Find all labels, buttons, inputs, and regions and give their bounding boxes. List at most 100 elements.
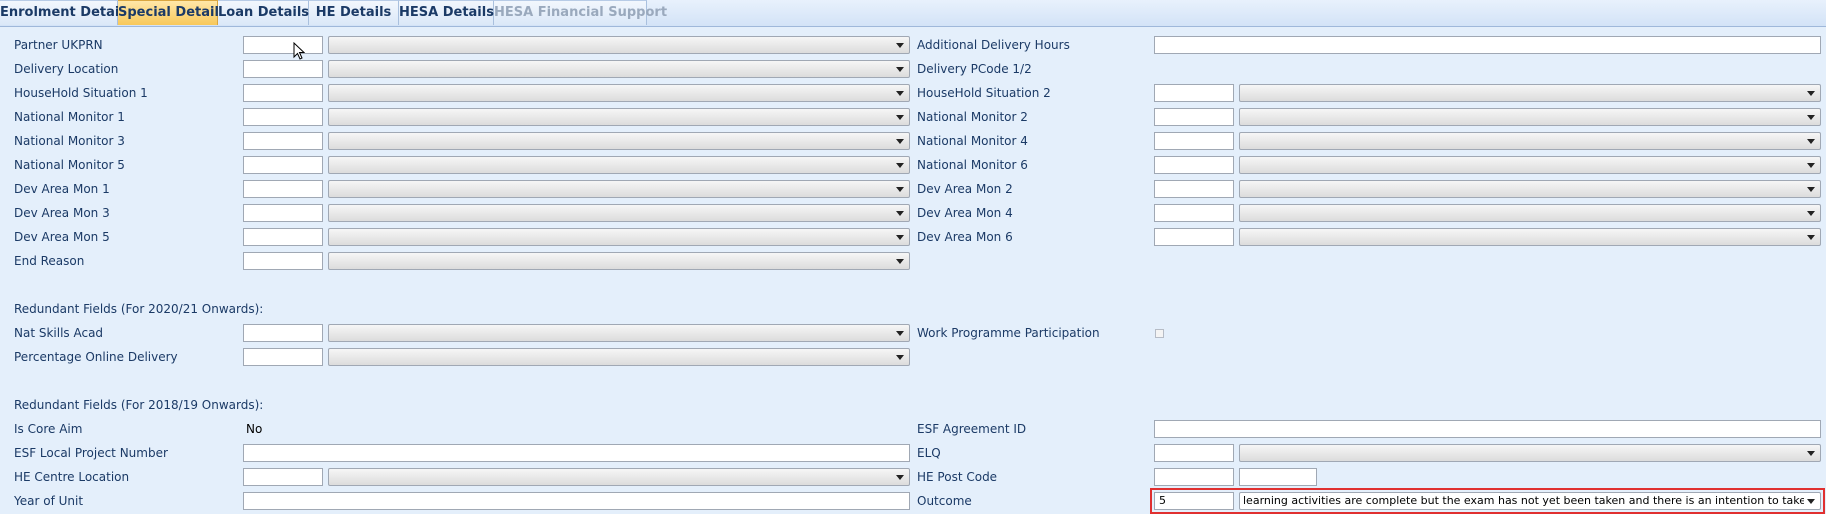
is-core-aim-value: No xyxy=(246,422,263,436)
dev-area-mon-1-code-input[interactable] xyxy=(243,180,323,198)
he-post-code-part1-input[interactable] xyxy=(1154,468,1234,486)
year-of-unit-input[interactable] xyxy=(243,492,910,510)
he-post-code-part2-input[interactable] xyxy=(1239,468,1317,486)
label-outcome: Outcome xyxy=(917,494,972,508)
label-national-monitor-4: National Monitor 4 xyxy=(917,134,1028,148)
elq-dropdown[interactable] xyxy=(1239,444,1821,462)
percentage-online-delivery-code-input[interactable] xyxy=(243,348,323,366)
dev-area-mon-1-dropdown[interactable] xyxy=(328,180,910,198)
elq-code-input[interactable] xyxy=(1154,444,1234,462)
label-elq: ELQ xyxy=(917,446,941,460)
label-national-monitor-5: National Monitor 5 xyxy=(14,158,125,172)
chevron-down-icon xyxy=(896,91,904,96)
chevron-down-icon xyxy=(896,187,904,192)
special-details-form: Partner UKPRN Delivery Location HouseHol… xyxy=(0,27,1826,514)
he-centre-location-dropdown[interactable] xyxy=(328,468,910,486)
label-he-post-code: HE Post Code xyxy=(917,470,998,484)
chevron-down-icon xyxy=(896,211,904,216)
chevron-down-icon xyxy=(896,475,904,480)
mouse-pointer-icon xyxy=(293,42,305,60)
tab-hesa-financial-support: HESA Financial Support xyxy=(494,0,667,25)
chevron-down-icon xyxy=(896,115,904,120)
chevron-down-icon xyxy=(1807,451,1815,456)
label-he-centre-location: HE Centre Location xyxy=(14,470,130,484)
partner-ukprn-dropdown[interactable] xyxy=(328,36,910,54)
national-monitor-4-code-input[interactable] xyxy=(1154,132,1234,150)
label-national-monitor-6: National Monitor 6 xyxy=(917,158,1028,172)
label-esf-agreement-id: ESF Agreement ID xyxy=(917,422,1027,436)
section-heading-redundant-2020: Redundant Fields (For 2020/21 Onwards): xyxy=(14,302,264,316)
dev-area-mon-3-dropdown[interactable] xyxy=(328,204,910,222)
chevron-down-icon xyxy=(896,43,904,48)
dev-area-mon-4-dropdown[interactable] xyxy=(1239,204,1821,222)
tab-enrolment-details[interactable]: Enrolment Details xyxy=(0,0,132,25)
household-situation-1-dropdown[interactable] xyxy=(328,84,910,102)
dev-area-mon-6-code-input[interactable] xyxy=(1154,228,1234,246)
he-centre-location-code-input[interactable] xyxy=(243,468,323,486)
chevron-down-icon xyxy=(896,331,904,336)
additional-delivery-hours-input[interactable] xyxy=(1154,36,1821,54)
label-national-monitor-3: National Monitor 3 xyxy=(14,134,125,148)
national-monitor-5-dropdown[interactable] xyxy=(328,156,910,174)
national-monitor-4-dropdown[interactable] xyxy=(1239,132,1821,150)
nat-skills-acad-dropdown[interactable] xyxy=(328,324,910,342)
percentage-online-delivery-dropdown[interactable] xyxy=(328,348,910,366)
national-monitor-3-dropdown[interactable] xyxy=(328,132,910,150)
label-end-reason: End Reason xyxy=(14,254,85,268)
label-additional-delivery-hours: Additional Delivery Hours xyxy=(917,38,1070,52)
chevron-down-icon xyxy=(1807,211,1815,216)
esf-agreement-id-input[interactable] xyxy=(1154,420,1821,438)
label-partner-ukprn: Partner UKPRN xyxy=(14,38,103,52)
household-situation-2-code-input[interactable] xyxy=(1154,84,1234,102)
end-reason-code-input[interactable] xyxy=(243,252,323,270)
label-household-situation-1: HouseHold Situation 1 xyxy=(14,86,148,100)
dev-area-mon-6-dropdown[interactable] xyxy=(1239,228,1821,246)
dev-area-mon-2-dropdown[interactable] xyxy=(1239,180,1821,198)
national-monitor-1-dropdown[interactable] xyxy=(328,108,910,126)
chevron-down-icon xyxy=(1807,235,1815,240)
end-reason-dropdown[interactable] xyxy=(328,252,910,270)
label-dev-area-mon-6: Dev Area Mon 6 xyxy=(917,230,1013,244)
chevron-down-icon xyxy=(1807,139,1815,144)
work-programme-participation-checkbox[interactable] xyxy=(1155,329,1164,338)
label-dev-area-mon-3: Dev Area Mon 3 xyxy=(14,206,110,220)
label-delivery-pcode: Delivery PCode 1/2 xyxy=(917,62,1032,76)
dev-area-mon-3-code-input[interactable] xyxy=(243,204,323,222)
dev-area-mon-2-code-input[interactable] xyxy=(1154,180,1234,198)
chevron-down-icon xyxy=(896,355,904,360)
tab-hesa-details[interactable]: HESA Details xyxy=(399,0,494,25)
chevron-down-icon xyxy=(1807,187,1815,192)
label-year-of-unit: Year of Unit xyxy=(14,494,84,508)
partner-ukprn-code-input[interactable] xyxy=(243,36,323,54)
national-monitor-6-code-input[interactable] xyxy=(1154,156,1234,174)
dev-area-mon-5-code-input[interactable] xyxy=(243,228,323,246)
national-monitor-3-code-input[interactable] xyxy=(243,132,323,150)
label-household-situation-2: HouseHold Situation 2 xyxy=(917,86,1051,100)
label-dev-area-mon-1: Dev Area Mon 1 xyxy=(14,182,110,196)
tab-he-details[interactable]: HE Details xyxy=(309,0,399,25)
dev-area-mon-4-code-input[interactable] xyxy=(1154,204,1234,222)
section-heading-redundant-2018: Redundant Fields (For 2018/19 Onwards): xyxy=(14,398,264,412)
national-monitor-2-code-input[interactable] xyxy=(1154,108,1234,126)
national-monitor-6-dropdown[interactable] xyxy=(1239,156,1821,174)
household-situation-1-code-input[interactable] xyxy=(243,84,323,102)
chevron-down-icon xyxy=(896,139,904,144)
tab-loan-details[interactable]: Loan Details xyxy=(218,0,309,25)
chevron-down-icon xyxy=(1807,91,1815,96)
national-monitor-1-code-input[interactable] xyxy=(243,108,323,126)
label-dev-area-mon-4: Dev Area Mon 4 xyxy=(917,206,1013,220)
label-dev-area-mon-2: Dev Area Mon 2 xyxy=(917,182,1013,196)
national-monitor-2-dropdown[interactable] xyxy=(1239,108,1821,126)
delivery-location-code-input[interactable] xyxy=(243,60,323,78)
tab-special-details[interactable]: Special Details xyxy=(118,0,227,25)
outcome-highlight-frame xyxy=(1150,488,1825,514)
label-esf-local-project-number: ESF Local Project Number xyxy=(14,446,168,460)
label-is-core-aim: Is Core Aim xyxy=(14,422,83,436)
delivery-location-dropdown[interactable] xyxy=(328,60,910,78)
chevron-down-icon xyxy=(896,259,904,264)
dev-area-mon-5-dropdown[interactable] xyxy=(328,228,910,246)
household-situation-2-dropdown[interactable] xyxy=(1239,84,1821,102)
esf-local-project-number-input[interactable] xyxy=(243,444,910,462)
national-monitor-5-code-input[interactable] xyxy=(243,156,323,174)
nat-skills-acad-code-input[interactable] xyxy=(243,324,323,342)
